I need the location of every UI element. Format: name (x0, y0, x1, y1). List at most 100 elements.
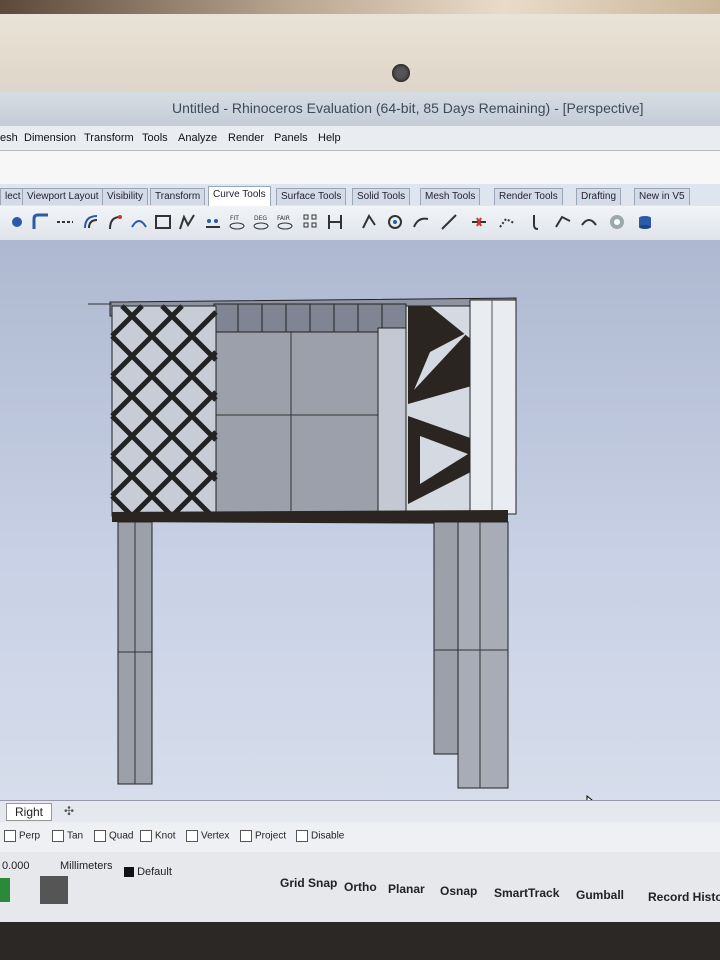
command-history[interactable] (0, 150, 720, 186)
tab-new-in-v5[interactable]: New in V5 (634, 188, 690, 205)
offset-curve-icon[interactable] (82, 213, 100, 231)
project-checkbox[interactable] (240, 830, 252, 842)
menu-help[interactable]: Help (318, 132, 341, 144)
taskbar-icon-rhino[interactable] (40, 876, 68, 904)
vertex-checkbox[interactable] (186, 830, 198, 842)
viewport-tab-bar: Right ✣ (0, 800, 720, 823)
perp-label: Perp (19, 830, 41, 842)
fillet-curves-icon[interactable] (32, 213, 50, 231)
status-bar: 0.000 Millimeters Default Grid Snap Orth… (0, 852, 720, 922)
toolbar-tab-bar: lect Viewport Layout Visibility Transfor… (0, 184, 720, 207)
extend-curve-icon[interactable] (106, 213, 124, 231)
tab-drafting[interactable]: Drafting (576, 188, 622, 205)
planar-button[interactable]: Planar (388, 882, 425, 896)
layer-indicator[interactable]: Default (124, 866, 172, 878)
control-points-icon[interactable] (204, 213, 222, 231)
osnap-perp[interactable]: Perp (4, 830, 40, 842)
tab-mesh-tools[interactable]: Mesh Tools (420, 188, 481, 205)
rhino-window: Untitled - Rhinoceros Evaluation (64-bit… (0, 92, 720, 922)
tab-right-view[interactable]: Right (6, 803, 53, 821)
deg-caption: DEG (254, 215, 267, 222)
quad-label: Quad (109, 830, 134, 842)
tab-viewport-layout[interactable]: Viewport Layout (22, 188, 104, 205)
curve-seam-icon[interactable] (386, 213, 404, 231)
osnap-project[interactable]: Project (240, 830, 286, 842)
laptop-bottom-bezel (0, 922, 720, 960)
rebuild-curve-icon[interactable] (498, 213, 516, 231)
center-side-wall (377, 327, 407, 515)
osnap-button[interactable]: Osnap (440, 884, 477, 898)
tab-solid-tools[interactable]: Solid Tools (352, 188, 411, 205)
osnap-quad[interactable]: Quad (94, 830, 133, 842)
tab-surface-tools[interactable]: Surface Tools (276, 188, 347, 205)
menu-transform[interactable]: Transform (84, 132, 134, 144)
disable-label: Disable (311, 830, 345, 842)
bend-curve-icon[interactable] (554, 213, 572, 231)
menu-mesh[interactable]: esh (0, 132, 18, 144)
taskbar-icon-green[interactable] (0, 878, 10, 902)
perspective-viewport[interactable] (0, 240, 720, 814)
menu-tools[interactable]: Tools (142, 132, 168, 144)
insert-knot-icon[interactable] (326, 213, 344, 231)
tan-label: Tan (67, 830, 84, 842)
match-curve-icon[interactable] (130, 213, 148, 231)
webcam (392, 64, 410, 82)
layer-color-swatch (124, 867, 134, 878)
split-curve-icon[interactable] (470, 213, 488, 231)
record-history-button[interactable]: Record Histo (648, 890, 720, 904)
ortho-button[interactable]: Ortho (344, 880, 377, 894)
blend-curves-icon[interactable] (56, 213, 74, 231)
right-end-wall (469, 299, 517, 515)
knot-checkbox[interactable] (140, 830, 152, 842)
osnap-bar: Perp Tan Quad Knot Vertex Project Disabl… (0, 822, 720, 852)
disable-checkbox[interactable] (296, 830, 308, 842)
window-title: Untitled - Rhinoceros Evaluation (64-bit… (172, 100, 644, 116)
project-label: Project (255, 830, 287, 842)
osnap-knot[interactable]: Knot (140, 830, 176, 842)
menu-bar: esh Dimension Transform Tools Analyze Re… (0, 126, 720, 150)
menu-panels[interactable]: Panels (274, 132, 308, 144)
smarttrack-button[interactable]: SmartTrack (494, 886, 559, 900)
layer-label: Default (137, 866, 172, 878)
polyline-icon[interactable] (178, 213, 196, 231)
osnap-tan[interactable]: Tan (52, 830, 83, 842)
tan-checkbox[interactable] (52, 830, 64, 842)
deg-curve-icon[interactable]: DEG (252, 213, 270, 231)
center-panel (215, 331, 379, 513)
gumball-button[interactable]: Gumball (576, 888, 624, 902)
tab-visibility[interactable]: Visibility (102, 188, 148, 205)
menu-analyze[interactable]: Analyze (178, 132, 217, 144)
hook-curve-icon[interactable] (528, 213, 546, 231)
point-icon[interactable] (8, 213, 26, 231)
cylinder-icon[interactable] (636, 213, 654, 231)
table-model (88, 297, 517, 789)
fair-curve-icon[interactable]: FAIR (276, 213, 294, 231)
vertex-label: Vertex (201, 830, 230, 842)
curve-tool-icon[interactable] (154, 213, 172, 231)
menu-dimension[interactable]: Dimension (24, 132, 76, 144)
knot-label: Knot (155, 830, 176, 842)
grid-snap-button[interactable]: Grid Snap (280, 876, 337, 890)
arc-tool-icon[interactable] (412, 213, 430, 231)
line-tool-icon[interactable] (440, 213, 458, 231)
menu-render[interactable]: Render (228, 132, 264, 144)
coordinate-readout: 0.000 (2, 860, 30, 872)
curve-tools-toolbar: FIT DEG FAIR (0, 206, 720, 241)
quad-checkbox[interactable] (94, 830, 106, 842)
fair-caption: FAIR (277, 215, 290, 222)
remove-knot-icon[interactable] (360, 213, 378, 231)
fit-caption: FIT (230, 215, 239, 222)
tab-transform[interactable]: Transform (150, 188, 206, 205)
tab-curve-tools[interactable]: Curve Tools (208, 186, 271, 207)
title-bar: Untitled - Rhinoceros Evaluation (64-bit… (0, 92, 720, 126)
osnap-vertex[interactable]: Vertex (186, 830, 229, 842)
revolve-icon[interactable] (608, 213, 626, 231)
tab-render-tools[interactable]: Render Tools (494, 188, 563, 205)
osnap-disable[interactable]: Disable (296, 830, 344, 842)
perp-checkbox[interactable] (4, 830, 16, 842)
add-view-icon[interactable]: ✣ (64, 804, 74, 818)
fit-curve-icon[interactable]: FIT (228, 213, 246, 231)
edit-points-icon[interactable] (302, 213, 320, 231)
units-label[interactable]: Millimeters (60, 860, 113, 872)
circle-tool-icon[interactable] (580, 213, 598, 231)
